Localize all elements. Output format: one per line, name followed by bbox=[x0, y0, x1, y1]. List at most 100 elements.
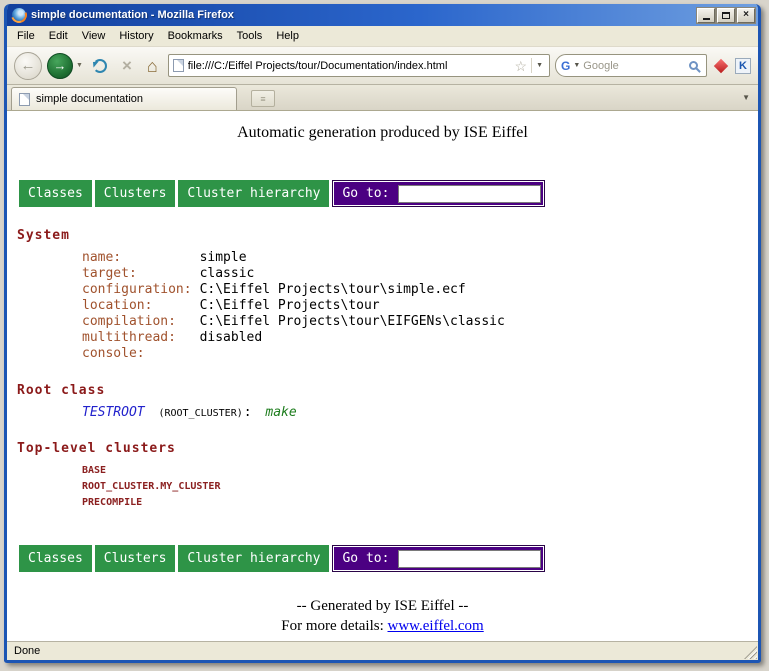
doc-navbar-top: Classes Clusters Cluster hierarchy Go to… bbox=[19, 180, 758, 207]
doc-footer: -- Generated by ISE Eiffel -- For more d… bbox=[7, 598, 758, 635]
root-class-heading: Root class bbox=[17, 383, 758, 398]
search-box: G ▼ bbox=[555, 54, 707, 77]
close-button[interactable]: × bbox=[737, 8, 755, 23]
resize-grip[interactable] bbox=[744, 646, 757, 659]
system-row-value: C:\Eiffel Projects\tour\simple.ecf bbox=[192, 282, 505, 298]
cluster-hierarchy-button-top[interactable]: Cluster hierarchy bbox=[178, 180, 329, 207]
table-row: multithread: disabled bbox=[82, 330, 505, 346]
firefox-window: simple documentation - Mozilla Firefox ×… bbox=[4, 4, 761, 663]
clusters-heading: Top-level clusters bbox=[17, 441, 758, 456]
minimize-icon bbox=[703, 18, 710, 20]
goto-input-top[interactable] bbox=[398, 185, 541, 203]
cluster-list: BASE ROOT_CLUSTER.MY_CLUSTER PRECOMPILE bbox=[82, 463, 758, 511]
status-text: Done bbox=[14, 645, 40, 657]
back-button[interactable]: ← bbox=[14, 52, 42, 80]
root-colon: : bbox=[244, 405, 252, 420]
creation-feature-link[interactable]: make bbox=[265, 405, 296, 420]
history-dropdown[interactable]: ▼ bbox=[76, 62, 83, 69]
status-bar: Done bbox=[7, 641, 758, 660]
table-row: target: classic bbox=[82, 266, 505, 282]
site-identity-icon[interactable] bbox=[173, 59, 184, 72]
menu-history[interactable]: History bbox=[112, 27, 160, 45]
clusters-button-top[interactable]: Clusters bbox=[95, 180, 176, 207]
table-row: configuration: C:\Eiffel Projects\tour\s… bbox=[82, 282, 505, 298]
search-go-icon[interactable] bbox=[689, 61, 698, 70]
cluster-item-precompile[interactable]: PRECOMPILE bbox=[82, 495, 758, 511]
menu-tools[interactable]: Tools bbox=[230, 27, 270, 45]
table-row: compilation: C:\Eiffel Projects\tour\EIF… bbox=[82, 314, 505, 330]
maximize-icon bbox=[722, 12, 730, 19]
close-icon: × bbox=[743, 10, 749, 20]
stop-button[interactable]: × bbox=[117, 57, 137, 74]
url-dropdown[interactable]: ▼ bbox=[531, 58, 545, 73]
system-row-value: C:\Eiffel Projects\tour\EIFGENs\classic bbox=[192, 314, 505, 330]
menubar: File Edit View History Bookmarks Tools H… bbox=[7, 26, 758, 47]
system-row-label: compilation: bbox=[82, 314, 192, 330]
goto-input-bottom[interactable] bbox=[398, 550, 541, 568]
table-row: console: bbox=[82, 346, 505, 362]
goto-section-bottom: Go to: bbox=[332, 545, 545, 572]
system-row-label: configuration: bbox=[82, 282, 192, 298]
system-row-value bbox=[192, 346, 505, 362]
system-row-label: location: bbox=[82, 298, 192, 314]
addon-icon-red[interactable] bbox=[714, 58, 728, 72]
list-all-tabs-button[interactable]: ▼ bbox=[738, 91, 754, 104]
minimize-button[interactable] bbox=[697, 8, 715, 23]
back-icon: ← bbox=[21, 58, 36, 73]
url-input[interactable] bbox=[188, 60, 511, 72]
menu-help[interactable]: Help bbox=[269, 27, 306, 45]
table-row: location: C:\Eiffel Projects\tour bbox=[82, 298, 505, 314]
classes-button-top[interactable]: Classes bbox=[19, 180, 92, 207]
eiffel-link[interactable]: www.eiffel.com bbox=[388, 618, 484, 634]
system-heading: System bbox=[17, 228, 758, 243]
system-row-label: name: bbox=[82, 250, 192, 266]
search-input[interactable] bbox=[583, 60, 686, 72]
menu-file[interactable]: File bbox=[10, 27, 42, 45]
system-row-label: target: bbox=[82, 266, 192, 282]
bookmark-star-icon[interactable]: ☆ bbox=[515, 59, 528, 73]
firefox-icon bbox=[12, 8, 26, 22]
root-class-line: TESTROOT (ROOT_CLUSTER): make bbox=[82, 405, 758, 420]
clusters-button-bottom[interactable]: Clusters bbox=[95, 545, 176, 572]
window-title: simple documentation - Mozilla Firefox bbox=[31, 9, 692, 21]
reload-button[interactable] bbox=[93, 59, 107, 73]
google-icon: G bbox=[561, 60, 570, 72]
system-row-value: C:\Eiffel Projects\tour bbox=[192, 298, 505, 314]
table-row: name: simple bbox=[82, 250, 505, 266]
menu-bookmarks[interactable]: Bookmarks bbox=[161, 27, 230, 45]
classes-button-bottom[interactable]: Classes bbox=[19, 545, 92, 572]
root-class-link[interactable]: TESTROOT bbox=[82, 405, 145, 420]
forward-button[interactable]: → bbox=[47, 53, 73, 79]
cluster-item-base[interactable]: BASE bbox=[82, 463, 758, 479]
generated-by-text: -- Generated by ISE Eiffel -- bbox=[7, 598, 758, 615]
menu-view[interactable]: View bbox=[75, 27, 113, 45]
system-row-value: simple bbox=[192, 250, 505, 266]
tab-label: simple documentation bbox=[36, 93, 143, 105]
page-title: Automatic generation produced by ISE Eif… bbox=[7, 124, 758, 142]
cluster-item-root-cluster[interactable]: ROOT_CLUSTER.MY_CLUSTER bbox=[82, 479, 758, 495]
system-row-value: disabled bbox=[192, 330, 505, 346]
new-tab-button[interactable]: ≡ bbox=[251, 90, 275, 107]
tab-simple-documentation[interactable]: simple documentation bbox=[11, 87, 237, 110]
system-row-label: console: bbox=[82, 346, 192, 362]
maximize-button[interactable] bbox=[717, 8, 735, 23]
forward-icon: → bbox=[54, 59, 67, 72]
cluster-hierarchy-button-bottom[interactable]: Cluster hierarchy bbox=[178, 545, 329, 572]
doc-navbar-bottom: Classes Clusters Cluster hierarchy Go to… bbox=[19, 545, 758, 572]
search-engine-dropdown[interactable]: ▼ bbox=[573, 62, 580, 69]
goto-label-bottom: Go to: bbox=[342, 551, 389, 566]
root-cluster-ref: (ROOT_CLUSTER) bbox=[158, 408, 242, 419]
system-row-value: classic bbox=[192, 266, 505, 282]
titlebar[interactable]: simple documentation - Mozilla Firefox × bbox=[7, 4, 758, 26]
tab-strip: simple documentation ≡ ▼ bbox=[7, 85, 758, 111]
goto-label-top: Go to: bbox=[342, 186, 389, 201]
page-content: Automatic generation produced by ISE Eif… bbox=[7, 111, 758, 641]
home-button[interactable]: ⌂ bbox=[142, 57, 163, 75]
nav-toolbar: ← → ▼ × ⌂ ☆ ▼ G ▼ K bbox=[7, 47, 758, 85]
window-controls: × bbox=[697, 8, 755, 23]
url-bar: ☆ ▼ bbox=[168, 54, 550, 77]
addon-icon-k[interactable]: K bbox=[735, 58, 751, 74]
details-line: For more details: www.eiffel.com bbox=[7, 618, 758, 635]
tab-favicon bbox=[19, 93, 30, 106]
menu-edit[interactable]: Edit bbox=[42, 27, 75, 45]
